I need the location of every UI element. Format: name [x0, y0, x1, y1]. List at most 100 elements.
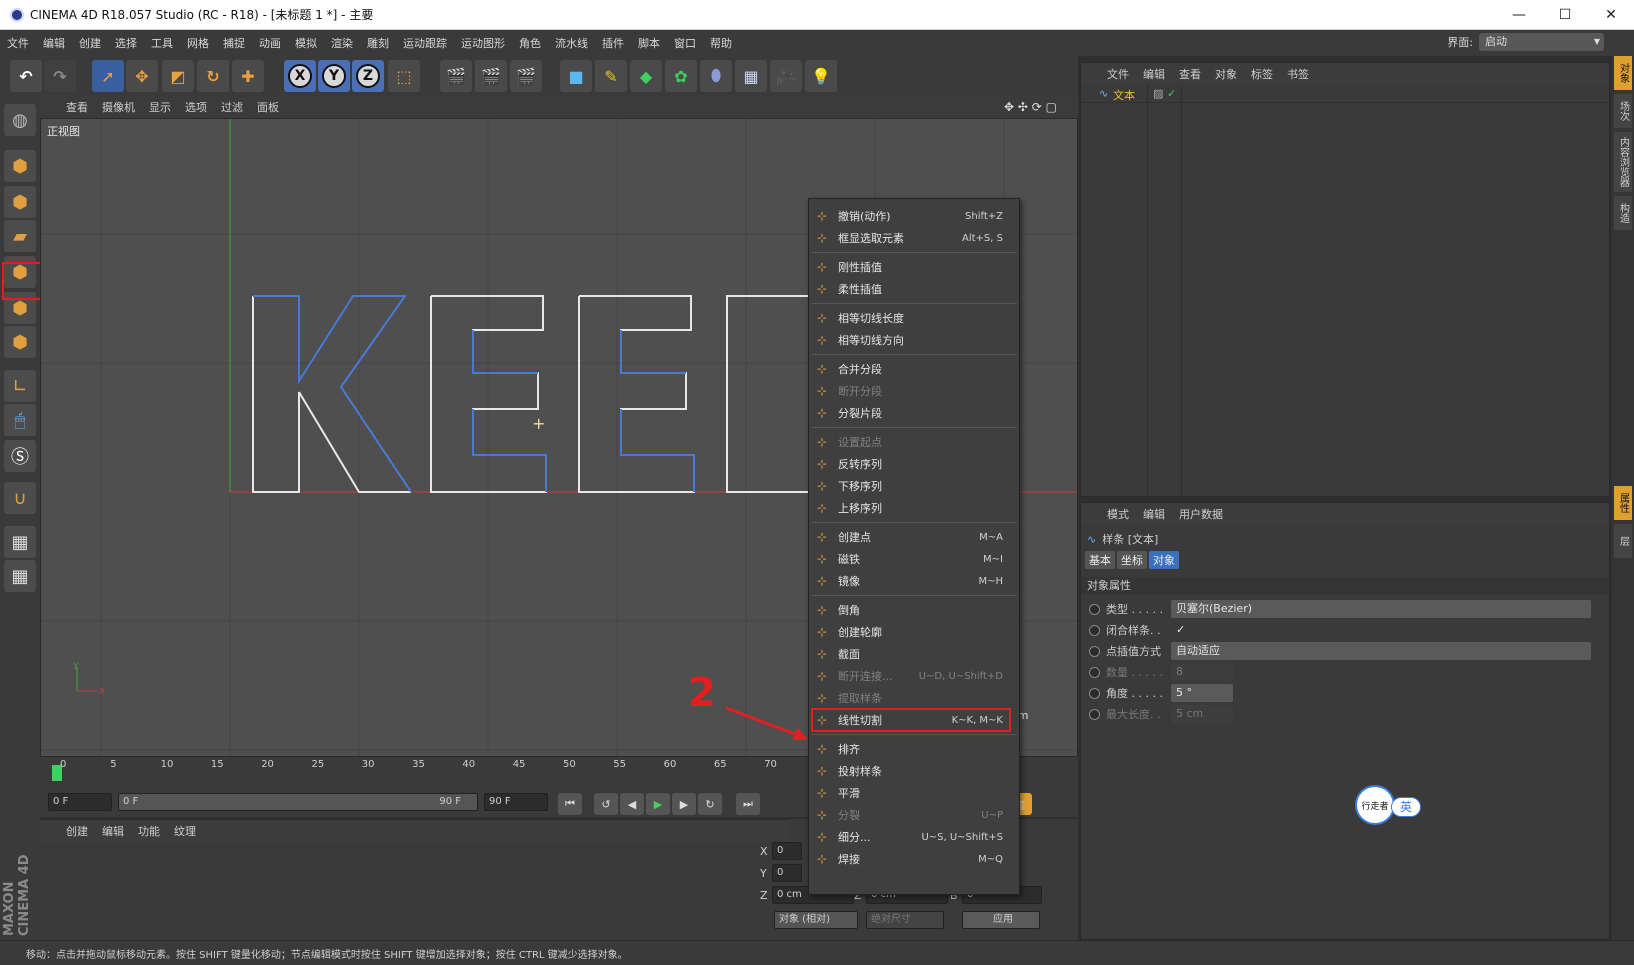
context-menu-item[interactable]: ⊹ 柔性插值	[809, 278, 1019, 300]
animate-radio[interactable]	[1089, 603, 1100, 615]
side-tab[interactable]: 内容浏览器	[1614, 132, 1632, 192]
attribute-tab[interactable]: 对象	[1149, 551, 1179, 569]
context-menu-item[interactable]: ⊹ 框显选取元素 Alt+S, S	[809, 227, 1019, 249]
close-button[interactable]: ✕	[1588, 0, 1634, 30]
render-view-button[interactable]: 🎬	[440, 60, 472, 92]
menu-item[interactable]: 脚本	[631, 35, 667, 51]
layer-icon[interactable]: ▨	[1153, 87, 1163, 100]
menu-item[interactable]: 角色	[512, 35, 548, 51]
frame-range-slider[interactable]: 0 F 90 F	[118, 793, 478, 811]
context-menu-item[interactable]: ⊹ 刚性插值	[809, 256, 1019, 278]
lock-workplane-button[interactable]: ▦	[4, 526, 36, 558]
menu-item[interactable]: 动画	[252, 35, 288, 51]
material-menu-item[interactable]: 编辑	[102, 823, 124, 839]
menu-item[interactable]: 雕刻	[360, 35, 396, 51]
add-tool[interactable]: ✚	[232, 60, 264, 92]
context-menu-item[interactable]: ⊹ 创建点 M~A	[809, 526, 1019, 548]
animate-radio[interactable]	[1089, 687, 1100, 699]
context-menu-item[interactable]: ⊹ 细分... U~S, U~Shift+S	[809, 826, 1019, 848]
side-tab[interactable]: 场次	[1614, 94, 1632, 128]
array-button[interactable]: ✿	[665, 60, 697, 92]
property-value[interactable]: 5 cm	[1171, 705, 1233, 723]
viewport-menu-item[interactable]: 查看	[66, 99, 88, 115]
menu-item[interactable]: 流水线	[548, 35, 595, 51]
workplane-button[interactable]: ▰	[4, 220, 36, 252]
context-menu-item[interactable]: ⊹ 反转序列	[809, 453, 1019, 475]
tweak-mode-button[interactable]: 🖱	[4, 404, 36, 436]
viewport-menu-item[interactable]: 摄像机	[102, 99, 135, 115]
property-value[interactable]: ✓	[1171, 621, 1187, 639]
ime-indicator[interactable]: 行走者 英	[1355, 785, 1435, 825]
cube-button[interactable]: ■	[560, 60, 592, 92]
animate-radio[interactable]	[1089, 708, 1100, 720]
range-end-field[interactable]: 90 F	[484, 793, 548, 811]
attribute-menu-item[interactable]: 编辑	[1143, 506, 1165, 522]
prev-frame-button[interactable]: ◀	[620, 793, 644, 815]
apply-button[interactable]: 应用	[962, 911, 1040, 929]
scale-tool[interactable]: ◩	[162, 60, 194, 92]
polygons-mode-button[interactable]: ⬢	[4, 326, 36, 358]
current-frame-field[interactable]: 0 F	[48, 793, 112, 811]
context-menu-item[interactable]: ⊹ 分裂片段	[809, 402, 1019, 424]
menu-item[interactable]: 捕捉	[216, 35, 252, 51]
x-axis-toggle[interactable]: X	[284, 60, 316, 92]
object-menu-item[interactable]: 书签	[1287, 66, 1309, 82]
rotate-tool[interactable]: ↻	[197, 60, 229, 92]
object-menu-item[interactable]: 编辑	[1143, 66, 1165, 82]
next-frame-button[interactable]: ▶	[672, 793, 696, 815]
viewport-menu-item[interactable]: 显示	[149, 99, 171, 115]
snap-button[interactable]: Ⓢ	[4, 440, 36, 472]
light-button[interactable]: 💡	[805, 60, 837, 92]
context-menu-item[interactable]: ⊹ 倒角	[809, 599, 1019, 621]
context-menu-item[interactable]: ⊹ 相等切线方向	[809, 329, 1019, 351]
size-mode-dropdown[interactable]: 绝对尺寸	[866, 911, 944, 929]
coordinate-system-button[interactable]: ⬚	[388, 60, 420, 92]
side-tab[interactable]: 层	[1614, 524, 1632, 558]
context-menu-item[interactable]: ⊹ 设置起点	[809, 431, 1019, 453]
viewport-nav-icons[interactable]: ✥ ✣ ⟳ ▢	[1004, 100, 1057, 114]
play-button[interactable]: ▶	[646, 793, 670, 815]
viewport-menu-item[interactable]: 选项	[185, 99, 207, 115]
side-tab[interactable]: 构造	[1614, 196, 1632, 230]
context-menu-item[interactable]: ⊹ 平滑	[809, 782, 1019, 804]
menu-item[interactable]: 选择	[108, 35, 144, 51]
context-menu-item[interactable]: ⊹ 提取样条	[809, 687, 1019, 709]
next-key-button[interactable]: ↻	[698, 793, 722, 815]
context-menu-item[interactable]: ⊹ 断开分段	[809, 380, 1019, 402]
planar-workplane-button[interactable]: ▦	[4, 560, 36, 592]
context-menu-item[interactable]: ⊹ 下移序列	[809, 475, 1019, 497]
attribute-tab[interactable]: 基本	[1085, 551, 1115, 569]
context-menu-item[interactable]: ⊹ 断开连接... U~D, U~Shift+D	[809, 665, 1019, 687]
object-menu-item[interactable]: 标签	[1251, 66, 1273, 82]
animate-radio[interactable]	[1089, 645, 1100, 657]
animate-radio[interactable]	[1089, 624, 1100, 636]
context-menu-item[interactable]: ⊹ 磁铁 M~I	[809, 548, 1019, 570]
menu-item[interactable]: 运动图形	[454, 35, 512, 51]
render-settings-button[interactable]: 🎬	[510, 60, 542, 92]
deformer-button[interactable]: ⬮	[700, 60, 732, 92]
coord-mode-dropdown[interactable]: 对象 (相对)	[774, 911, 858, 929]
menu-item[interactable]: 工具	[144, 35, 180, 51]
side-tab[interactable]: 对象	[1614, 56, 1632, 90]
texture-mode-button[interactable]: ⬢	[4, 186, 36, 218]
context-menu-item[interactable]: ⊹ 镜像 M~H	[809, 570, 1019, 592]
attribute-menu-item[interactable]: 用户数据	[1179, 506, 1223, 522]
context-menu-item[interactable]: ⊹ 创建轮廓	[809, 621, 1019, 643]
z-axis-toggle[interactable]: Z	[352, 60, 384, 92]
undo-button[interactable]: ↶	[10, 60, 42, 92]
model-mode-button[interactable]: ⬢	[4, 150, 36, 182]
coord-x-field[interactable]: 0	[772, 842, 802, 860]
object-menu-item[interactable]: 查看	[1179, 66, 1201, 82]
property-value[interactable]: 5 °	[1171, 684, 1233, 702]
context-menu-item[interactable]: ⊹ 投射样条	[809, 760, 1019, 782]
context-menu-item[interactable]: ⊹ 分裂 U~P	[809, 804, 1019, 826]
render-picture-viewer-button[interactable]: 🎬	[475, 60, 507, 92]
context-menu-item[interactable]: ⊹ 截面	[809, 643, 1019, 665]
context-menu-item[interactable]: ⊹ 排齐	[809, 738, 1019, 760]
object-menu-item[interactable]: 文件	[1107, 66, 1129, 82]
camera-button[interactable]: 🎥	[770, 60, 802, 92]
menu-item[interactable]: 插件	[595, 35, 631, 51]
object-name[interactable]: 文本	[1113, 87, 1135, 103]
y-axis-toggle[interactable]: Y	[318, 60, 350, 92]
menu-item[interactable]: 窗口	[667, 35, 703, 51]
